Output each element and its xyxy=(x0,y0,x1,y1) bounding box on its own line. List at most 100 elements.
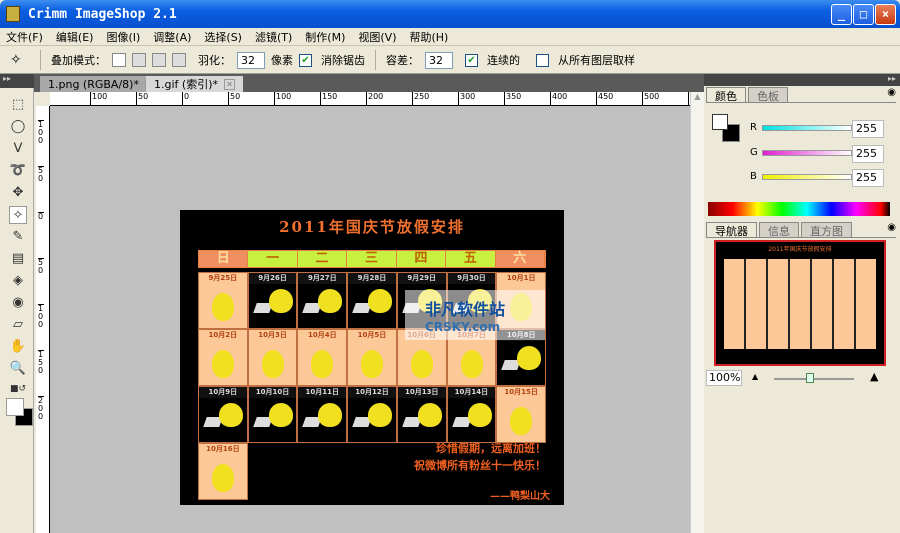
tab-navigator[interactable]: 导航器 xyxy=(706,222,757,238)
ruler-label: 200 xyxy=(38,396,44,421)
contiguous-checkbox[interactable]: ✔ xyxy=(465,53,478,67)
zoom-slider-thumb[interactable] xyxy=(806,373,814,383)
calendar-day-rest: 10月15日 xyxy=(496,386,546,443)
calendar-day-work: 10月10日 xyxy=(247,386,298,443)
antialias-checkbox[interactable]: ✔ xyxy=(299,53,312,67)
vertical-ruler: 100 50 0 50 100 150 200 xyxy=(36,106,50,533)
mode-new-button[interactable] xyxy=(112,53,126,67)
mode-add-button[interactable] xyxy=(132,53,146,67)
tab-color[interactable]: 颜色 xyxy=(706,87,746,103)
pear-chick-icon xyxy=(212,293,234,321)
menu-item[interactable]: 图像(I) xyxy=(106,29,140,45)
color-spectrum[interactable] xyxy=(708,202,890,216)
maximize-button[interactable]: □ xyxy=(853,4,874,25)
calendar-day-work: 10月13日 xyxy=(396,386,447,443)
panel-menu-icon[interactable]: ◉ xyxy=(887,87,896,102)
menu-item[interactable]: 编辑(E) xyxy=(56,29,94,45)
ruler-label: 400 xyxy=(550,92,567,106)
magic-wand-icon[interactable]: ✧ xyxy=(9,206,27,224)
menu-item[interactable]: 选择(S) xyxy=(204,29,242,45)
tab-histogram[interactable]: 直方图 xyxy=(801,222,852,238)
antialias-label: 消除锯齿 xyxy=(321,54,365,67)
zoom-slider[interactable] xyxy=(774,373,854,383)
tolerance-label: 容差： xyxy=(386,54,419,67)
eyedropper-icon[interactable]: ✎ xyxy=(9,228,27,246)
calendar-date: 10月14日 xyxy=(447,387,496,398)
menu-item[interactable]: 帮助(H) xyxy=(409,29,448,45)
blend-mode-label: 叠加模式： xyxy=(51,54,106,67)
tab-info[interactable]: 信息 xyxy=(759,222,799,238)
scroll-up-icon[interactable]: ▲ xyxy=(691,92,704,101)
tab-label: 1.png (RGBA/8)* xyxy=(48,77,139,91)
calendar-day-rest: 10月3日 xyxy=(247,329,298,386)
watermark: 非凡软件站 CRSKY.com xyxy=(405,290,545,340)
r-slider[interactable] xyxy=(762,125,852,131)
panel-menu-icon[interactable]: ◉ xyxy=(887,222,896,237)
ruler-label: 150 xyxy=(38,350,44,375)
feather-input[interactable]: 32 xyxy=(237,51,265,69)
feather-label: 羽化： xyxy=(198,54,231,67)
sample-all-layers-checkbox[interactable] xyxy=(536,53,549,67)
calendar-day-work: 10月12日 xyxy=(347,386,397,443)
weekday-header-cell: 二 xyxy=(297,251,348,267)
hand-icon[interactable]: ✋ xyxy=(9,338,27,356)
calendar-date: 9月28日 xyxy=(348,273,396,284)
weekday-header-cell: 日 xyxy=(199,251,249,267)
zoom-out-icon[interactable]: ▲ xyxy=(752,372,758,381)
mode-subtract-button[interactable] xyxy=(152,53,166,67)
r-value-input[interactable]: 255 xyxy=(852,120,884,138)
eraser-icon[interactable]: ▱ xyxy=(9,316,27,334)
calendar-date: 10月16日 xyxy=(206,445,240,453)
tab-1-gif[interactable]: 1.gif (索引)* ✕ xyxy=(146,76,243,92)
collapse-icon[interactable]: ▸▸ xyxy=(0,74,34,88)
horizontal-ruler: 100500501001502002503003504004505005 xyxy=(50,92,695,106)
tab-swatches[interactable]: 色板 xyxy=(748,87,788,103)
close-tab-icon[interactable]: ✕ xyxy=(224,78,235,90)
calendar-date: 9月30日 xyxy=(447,273,496,284)
lasso-icon[interactable]: ➰ xyxy=(9,162,27,180)
menu-item[interactable]: 滤镜(T) xyxy=(255,29,292,45)
right-panel: ▸▸ 颜色 色板 ◉ R 255 G 255 B 255 导航器 信息 直方图 … xyxy=(704,74,900,533)
tolerance-input[interactable]: 32 xyxy=(425,51,453,69)
ruler-label: 50 xyxy=(228,92,240,106)
zoom-input[interactable]: 100% xyxy=(706,370,742,386)
b-slider[interactable] xyxy=(762,174,852,180)
foreground-color-swatch[interactable] xyxy=(712,114,728,130)
polygon-lasso-icon[interactable]: ᐯ xyxy=(9,140,27,158)
foreground-color-swatch[interactable] xyxy=(6,398,24,416)
vertical-scrollbar[interactable]: ▲ xyxy=(690,92,704,533)
zoom-icon[interactable]: 🔍 xyxy=(9,360,27,378)
ruler-label: 0 xyxy=(182,92,189,106)
navigator-preview[interactable]: 2011年国庆节放假安排 xyxy=(714,240,886,366)
menu-item[interactable]: 文件(F) xyxy=(6,29,43,45)
navigator-panel-tabs: 导航器 信息 直方图 ◉ xyxy=(706,222,896,238)
g-value-input[interactable]: 255 xyxy=(852,145,884,163)
b-value-input[interactable]: 255 xyxy=(852,169,884,187)
menu-item[interactable]: 视图(V) xyxy=(358,29,396,45)
panel-collapse-icon[interactable]: ▸▸ xyxy=(704,74,900,86)
close-button[interactable]: × xyxy=(875,4,896,25)
document-image[interactable]: 2011年国庆节放假安排 日一二三四五六 9月25日 9月26日 9月27日 9月28… xyxy=(180,210,564,505)
ruler-label: 100 xyxy=(38,120,44,145)
ruler-label: 500 xyxy=(642,92,659,106)
pear-chick-icon xyxy=(311,350,334,378)
magic-wand-icon[interactable]: ✧ xyxy=(10,52,30,68)
move-icon[interactable]: ✥ xyxy=(9,184,27,202)
gradient-icon[interactable]: ▤ xyxy=(9,250,27,268)
g-slider[interactable] xyxy=(762,150,852,156)
weekday-header-cell: 三 xyxy=(347,251,397,267)
paint-bucket-icon[interactable]: ◈ xyxy=(9,272,27,290)
red-eye-icon[interactable]: ◉ xyxy=(9,294,27,312)
options-bar: ✧ 叠加模式： 羽化： 32 像素 ✔ 消除锯齿 容差： 32 ✔ 连续的 从所有图… xyxy=(0,47,900,74)
minimize-button[interactable]: _ xyxy=(831,4,852,25)
ellipse-select-icon[interactable]: ◯ xyxy=(9,118,27,136)
mode-intersect-button[interactable] xyxy=(172,53,186,67)
pear-chick-icon xyxy=(460,350,483,378)
menu-item[interactable]: 调整(A) xyxy=(153,29,191,45)
pear-chick-icon xyxy=(510,407,533,435)
rect-select-icon[interactable]: ⬚ xyxy=(9,96,27,114)
calendar-date: 10月15日 xyxy=(504,388,538,396)
swap-colors-icon[interactable]: ■↺ xyxy=(9,380,27,398)
menu-item[interactable]: 制作(M) xyxy=(305,29,345,45)
zoom-in-icon[interactable]: ▲ xyxy=(870,370,878,383)
